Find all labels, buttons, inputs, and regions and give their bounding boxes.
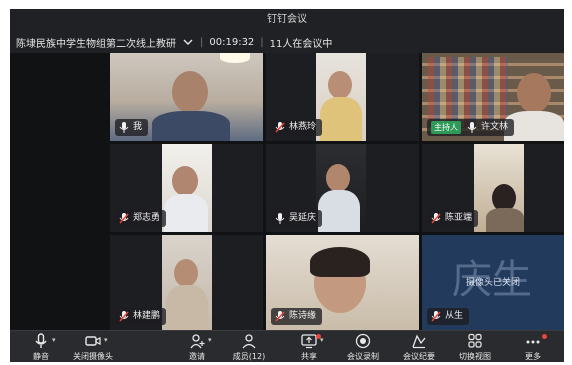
participant-head (517, 73, 551, 113)
video-tile-linyanling[interactable]: 林燕玲 (266, 53, 419, 141)
ceiling-light (220, 53, 250, 63)
toolbar-label: 会议纪要 (403, 352, 435, 361)
video-tile-congsheng[interactable]: 庆生 摄像头已关闭 从生 (422, 235, 564, 330)
notification-dot (542, 334, 547, 339)
participant-body (166, 285, 208, 330)
participant-name: 郑志勇 (133, 213, 161, 223)
share-button[interactable]: ▾ 共享 (284, 333, 334, 362)
participant-label: 林燕玲 (271, 119, 323, 136)
chevron-down-icon[interactable]: ▾ (52, 336, 56, 344)
toolbar-label: 静音 (33, 352, 49, 361)
mic-icon (119, 122, 129, 133)
notification-dot (316, 334, 321, 339)
add-user-icon (188, 333, 206, 349)
members-icon (240, 333, 258, 349)
toolbar-label: 关闭摄像头 (73, 352, 113, 361)
participant-name: 许文林 (481, 122, 509, 132)
camera-off-notice: 摄像头已关闭 (465, 278, 520, 288)
video-tile-wuyanqing[interactable]: 吴延庆 (266, 144, 419, 232)
switch-view-button[interactable]: 切换视图 (450, 333, 500, 362)
notes-button[interactable]: 会议纪要 (394, 333, 444, 362)
participant-body (320, 97, 362, 141)
participant-name: 林燕玲 (289, 122, 317, 132)
invite-button[interactable]: ▾ 邀请 (172, 333, 222, 362)
toolbar-label: 邀请 (189, 352, 205, 361)
grid-view-icon (466, 333, 484, 349)
participant-label: 郑志勇 (115, 210, 167, 227)
mic-muted-icon (275, 311, 285, 322)
mic-icon (467, 122, 477, 133)
mic-muted-icon (275, 122, 285, 133)
toolbar-label: 更多 (525, 352, 541, 361)
participant-label: 吴延庆 (271, 210, 323, 227)
chevron-down-icon[interactable]: ▾ (104, 336, 108, 344)
mic-muted-icon (119, 213, 129, 224)
meeting-info-bar: 陈埭民族中学生物组第二次线上教研 | 00:19:32 | 11人在会议中 (10, 31, 564, 53)
record-button[interactable]: 会议录制 (338, 333, 388, 362)
participant-name: 从生 (445, 311, 464, 321)
video-tile-zhengzhiyong[interactable]: 郑志勇 (110, 144, 263, 232)
participant-name: 吴延庆 (289, 213, 317, 223)
participant-label: 从生 (427, 308, 470, 325)
toolbar-label: 切换视图 (459, 352, 491, 361)
meeting-duration: 00:19:32 (209, 36, 255, 48)
video-tile-chenshiyuan[interactable]: 陈诗缘 (266, 235, 419, 330)
mute-button[interactable]: ▾ 静音 (16, 333, 66, 362)
chevron-down-icon[interactable] (182, 36, 194, 48)
video-tile-chenyaduan[interactable]: 陈亚端 (422, 144, 564, 232)
toolbar-label: 会议录制 (347, 352, 379, 361)
more-button[interactable]: 更多 (508, 333, 558, 362)
participant-head (174, 259, 198, 287)
camera-icon (84, 333, 102, 349)
participant-hair (310, 247, 370, 277)
participant-head (172, 71, 208, 113)
mic-muted-icon (431, 311, 441, 322)
video-tile-xuwenlin[interactable]: 主持人 许文林 (422, 53, 564, 141)
attendee-count[interactable]: 11人在会议中 (270, 35, 333, 50)
participant-name: 我 (133, 122, 143, 132)
mic-muted-icon (431, 213, 441, 224)
participant-name: 陈亚端 (445, 213, 473, 223)
notes-icon (410, 333, 428, 349)
participant-label: 林建鹏 (115, 308, 167, 325)
camera-button[interactable]: ▾ 关闭摄像头 (68, 333, 118, 362)
participant-body (486, 208, 524, 232)
participant-body (152, 111, 230, 141)
participant-head (172, 166, 198, 196)
chevron-down-icon[interactable]: ▾ (208, 336, 212, 344)
participant-label: 陈诗缘 (271, 308, 323, 325)
video-tile-linjianpeng[interactable]: 林建鹏 (110, 235, 263, 330)
participant-body (318, 190, 360, 232)
window-title: 钉钉会议 (10, 9, 564, 31)
participant-head (328, 71, 352, 99)
members-button[interactable]: 成员(12) (224, 333, 274, 362)
more-icon (524, 333, 542, 349)
mic-icon (275, 213, 285, 224)
toolbar-label: 共享 (301, 352, 317, 361)
participant-label: 我 (115, 119, 149, 136)
participant-head (326, 164, 350, 192)
participant-name: 林建鹏 (133, 311, 161, 321)
video-grid: 我 林燕玲 主持人 许文林 郑志勇 吴延庆 陈亚端 林建鹏 陈诗缘 庆生 摄像头… (10, 53, 564, 330)
divider: | (200, 36, 204, 48)
host-badge: 主持人 (431, 121, 461, 134)
video-tile-me[interactable]: 我 (110, 53, 263, 141)
participant-name: 陈诗缘 (289, 311, 317, 321)
participant-label: 陈亚端 (427, 210, 479, 227)
meeting-window: 钉钉会议 陈埭民族中学生物组第二次线上教研 | 00:19:32 | 11人在会… (10, 9, 564, 362)
participant-body (164, 194, 208, 232)
record-icon (354, 333, 372, 349)
mic-muted-icon (119, 311, 129, 322)
toolbar-label: 成员(12) (232, 352, 266, 361)
divider: | (260, 36, 264, 48)
participant-label: 主持人 许文林 (427, 119, 515, 136)
meeting-toolbar: ▾ 静音 ▾ 关闭摄像头 ▾ 邀请 成员(12) ▾ 共享 会议录制 会议纪要 … (10, 330, 564, 362)
mic-icon (32, 333, 50, 349)
meeting-name[interactable]: 陈埭民族中学生物组第二次线上教研 (16, 35, 176, 50)
bookshelf-highlights (428, 57, 508, 127)
